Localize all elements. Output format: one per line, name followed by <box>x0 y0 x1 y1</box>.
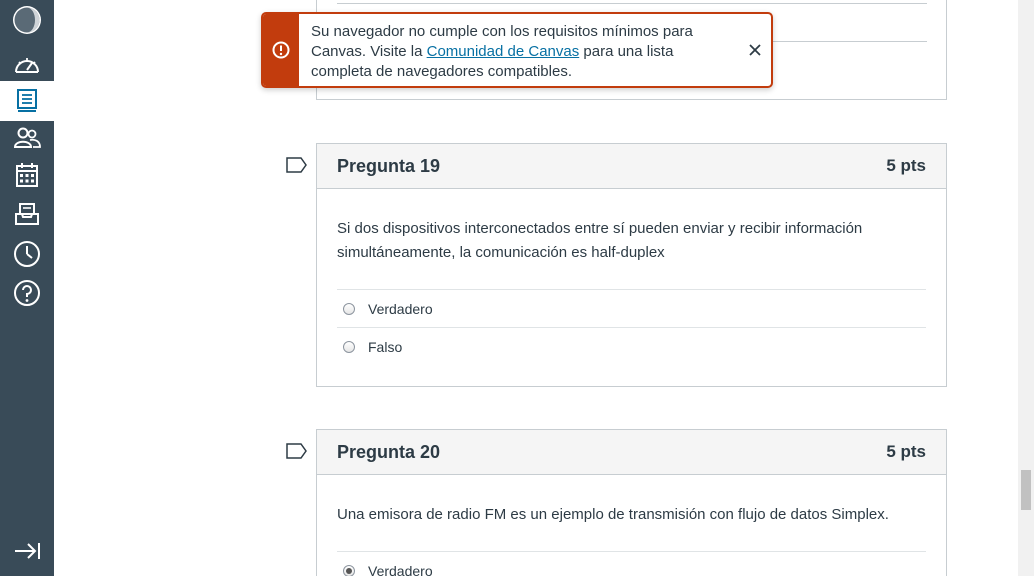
question-title: Pregunta 19 <box>337 155 441 176</box>
answer-option[interactable]: Verdadero <box>337 289 926 327</box>
collapse-nav-icon <box>15 543 40 559</box>
radio-button-selected[interactable] <box>343 564 355 576</box>
close-icon[interactable] <box>747 42 763 58</box>
nav-collapse[interactable] <box>0 531 54 571</box>
nav-courses[interactable] <box>0 81 54 121</box>
radio-button[interactable] <box>343 302 355 315</box>
alert-message: Su navegador no cumple con los requisito… <box>311 22 731 82</box>
answer-list: Verdadero Falso <box>337 289 926 365</box>
page-scrollbar[interactable] <box>1018 0 1034 576</box>
nav-help[interactable] <box>0 273 54 313</box>
nav-groups[interactable] <box>0 118 54 158</box>
answer-label: Verdadero <box>368 300 433 317</box>
global-navigation <box>0 0 54 576</box>
question-card: Pregunta 20 5 pts Una emisora de radio F… <box>316 429 947 576</box>
canvas-community-link[interactable]: Comunidad de Canvas <box>427 43 580 60</box>
answer-option[interactable]: Verdadero <box>337 551 926 576</box>
nav-history[interactable] <box>0 234 54 274</box>
question-header: Pregunta 20 5 pts <box>317 430 946 475</box>
answer-label: Verdadero <box>368 562 433 576</box>
question-text: Si dos dispositivos interconectados entr… <box>337 220 863 261</box>
nav-account[interactable] <box>0 0 54 40</box>
question-title: Pregunta 20 <box>337 441 441 462</box>
scrollbar-thumb[interactable] <box>1021 470 1031 510</box>
answer-divider <box>337 3 927 4</box>
answer-option[interactable]: Falso <box>337 327 926 365</box>
answer-list: Verdadero <box>337 551 926 576</box>
radio-button[interactable] <box>343 340 355 353</box>
nav-dashboard[interactable] <box>0 44 54 84</box>
question-text: Una emisora de radio FM es un ejemplo de… <box>337 506 889 523</box>
dashboard-icon <box>15 58 39 73</box>
flag-question-icon[interactable] <box>286 157 308 173</box>
flag-question-icon[interactable] <box>286 443 308 459</box>
groups-icon <box>13 127 41 148</box>
nav-calendar[interactable] <box>0 155 54 195</box>
question-points: 5 pts <box>886 442 926 461</box>
answer-label: Falso <box>368 338 403 355</box>
question-points: 5 pts <box>886 156 926 175</box>
help-icon <box>14 280 40 306</box>
warning-icon <box>272 41 290 59</box>
nav-inbox[interactable] <box>0 194 54 234</box>
question-card: Pregunta 19 5 pts Si dos dispositivos in… <box>316 143 947 387</box>
courses-icon <box>17 89 37 112</box>
browser-warning-alert: Su navegador no cumple con los requisito… <box>261 12 773 88</box>
account-avatar-icon <box>13 6 41 34</box>
calendar-icon <box>16 163 38 187</box>
question-header: Pregunta 19 5 pts <box>317 144 946 189</box>
history-icon <box>14 241 40 267</box>
inbox-icon <box>15 203 39 225</box>
